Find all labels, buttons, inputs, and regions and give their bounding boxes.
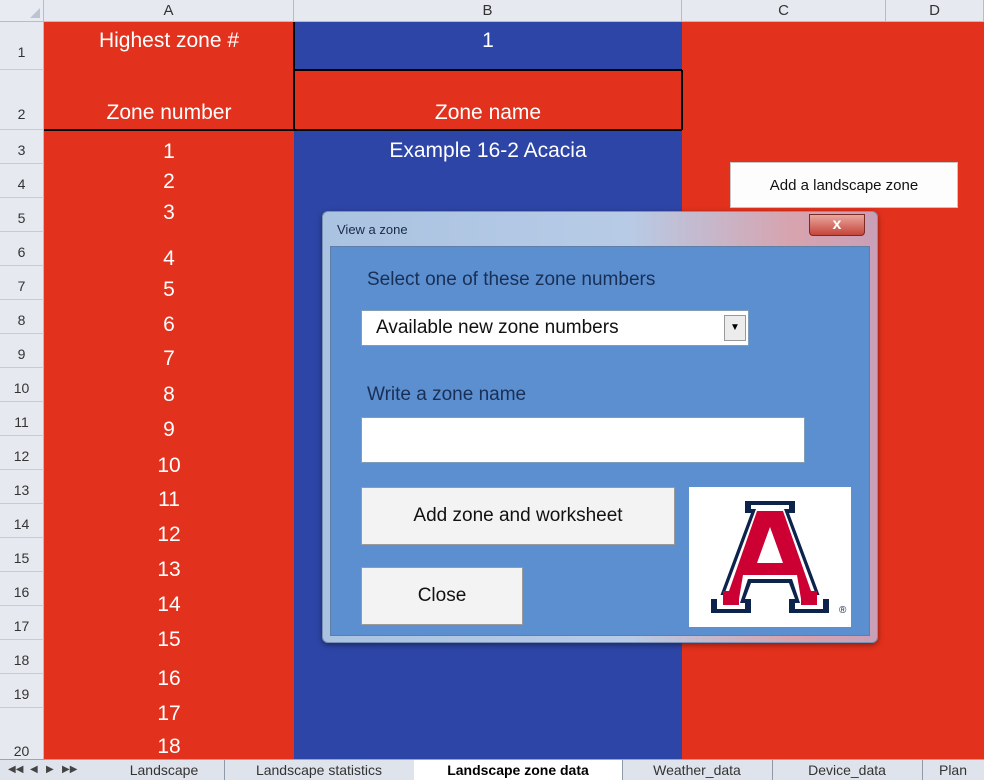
zone-number-cell[interactable]: 16 (44, 662, 294, 696)
cell-a1-highest-zone[interactable]: Highest zone # (44, 24, 294, 58)
zone-number-cell[interactable]: 7 (44, 342, 294, 376)
column-header-c[interactable]: C (682, 0, 886, 22)
row-header-17[interactable]: 17 (0, 606, 44, 640)
row-header-7[interactable]: 7 (0, 266, 44, 300)
zone-number-cell[interactable]: 3 (44, 196, 294, 230)
row-header-18[interactable]: 18 (0, 640, 44, 674)
row-header-2[interactable]: 2 (0, 70, 44, 130)
zone-number-cell[interactable]: 6 (44, 308, 294, 342)
column-header-d[interactable]: D (886, 0, 984, 22)
row-header-4[interactable]: 4 (0, 164, 44, 198)
zone-name-label: Write a zone name (367, 384, 527, 405)
border-row1-bottom (294, 69, 682, 71)
row-header-15[interactable]: 15 (0, 538, 44, 572)
zone-number-cell[interactable]: 13 (44, 553, 294, 587)
row-header-12[interactable]: 12 (0, 436, 44, 470)
x-close-icon[interactable]: x (809, 214, 865, 236)
tab-landscape[interactable]: Landscape (104, 760, 225, 780)
dropdown-arrow-icon[interactable]: ▼ (724, 315, 746, 341)
zone-number-cell[interactable]: 8 (44, 378, 294, 412)
select-zone-label: Select one of these zone numbers (367, 269, 656, 290)
add-landscape-zone-button[interactable]: Add a landscape zone (730, 162, 958, 208)
row-header-11[interactable]: 11 (0, 402, 44, 436)
cell-b3-zone-name-value[interactable]: Example 16-2 Acacia (294, 134, 682, 168)
zone-number-cell[interactable]: 4 (44, 242, 294, 276)
zone-number-cell[interactable]: 9 (44, 413, 294, 447)
cell-a2-zone-number[interactable]: Zone number (44, 96, 294, 130)
tab-device-data[interactable]: Device_data (772, 760, 923, 780)
cell-b1-highest-zone-value[interactable]: 1 (294, 24, 682, 58)
add-zone-and-worksheet-button[interactable]: Add zone and worksheet (361, 487, 675, 545)
select-all-corner[interactable] (0, 0, 44, 22)
first-sheet-icon[interactable]: ◀◀ (8, 760, 23, 780)
university-of-arizona-logo: ® (689, 487, 851, 627)
tab-weather-data[interactable]: Weather_data (622, 760, 773, 780)
view-zone-dialog: View a zone x Select one of these zone n… (322, 211, 878, 643)
row-header-20[interactable]: 20 (0, 708, 44, 762)
row-header-13[interactable]: 13 (0, 470, 44, 504)
zone-number-dropdown[interactable]: Available new zone numbers ▼ (361, 310, 749, 346)
zone-number-cell[interactable]: 2 (44, 165, 294, 199)
column-header-b[interactable]: B (294, 0, 682, 22)
row-header-1[interactable]: 1 (0, 22, 44, 70)
tab-landscape-statistics[interactable]: Landscape statistics (224, 760, 415, 780)
zone-number-cell[interactable]: 1 (44, 135, 294, 169)
zone-name-input[interactable] (361, 417, 805, 463)
column-header-a[interactable]: A (44, 0, 294, 22)
zone-number-cell[interactable]: 11 (44, 483, 294, 517)
registered-mark: ® (839, 605, 847, 616)
row-header-19[interactable]: 19 (0, 674, 44, 708)
zone-number-cell[interactable]: 10 (44, 449, 294, 483)
sheet-tab-bar: ◀◀ ◀ ▶ ▶▶ Landscape Landscape statistics… (0, 759, 984, 780)
zone-number-cell[interactable]: 5 (44, 273, 294, 307)
row-header-3[interactable]: 3 (0, 130, 44, 164)
last-sheet-icon[interactable]: ▶▶ (62, 760, 77, 780)
close-button[interactable]: Close (361, 567, 523, 625)
dialog-title: View a zone (337, 222, 408, 237)
row-header-8[interactable]: 8 (0, 300, 44, 334)
tab-plan[interactable]: Plan (922, 760, 984, 780)
row-header-16[interactable]: 16 (0, 572, 44, 606)
zone-number-cell[interactable]: 14 (44, 588, 294, 622)
block-a-logo-icon: ® (711, 501, 847, 616)
tab-landscape-zone-data[interactable]: Landscape zone data (414, 760, 623, 780)
next-sheet-icon[interactable]: ▶ (46, 760, 54, 780)
zone-number-cell[interactable]: 18 (44, 730, 294, 762)
row-header-5[interactable]: 5 (0, 198, 44, 232)
dialog-body: Select one of these zone numbers Availab… (330, 246, 870, 636)
zone-number-cell[interactable]: 15 (44, 623, 294, 657)
zone-number-dropdown-value: Available new zone numbers (376, 317, 619, 338)
row-header-14[interactable]: 14 (0, 504, 44, 538)
row-header-10[interactable]: 10 (0, 368, 44, 402)
row-header-9[interactable]: 9 (0, 334, 44, 368)
zone-number-cell[interactable]: 17 (44, 697, 294, 731)
prev-sheet-icon[interactable]: ◀ (30, 760, 38, 780)
cell-b2-zone-name[interactable]: Zone name (294, 96, 682, 130)
row-header-6[interactable]: 6 (0, 232, 44, 266)
zone-number-cell[interactable]: 12 (44, 518, 294, 552)
